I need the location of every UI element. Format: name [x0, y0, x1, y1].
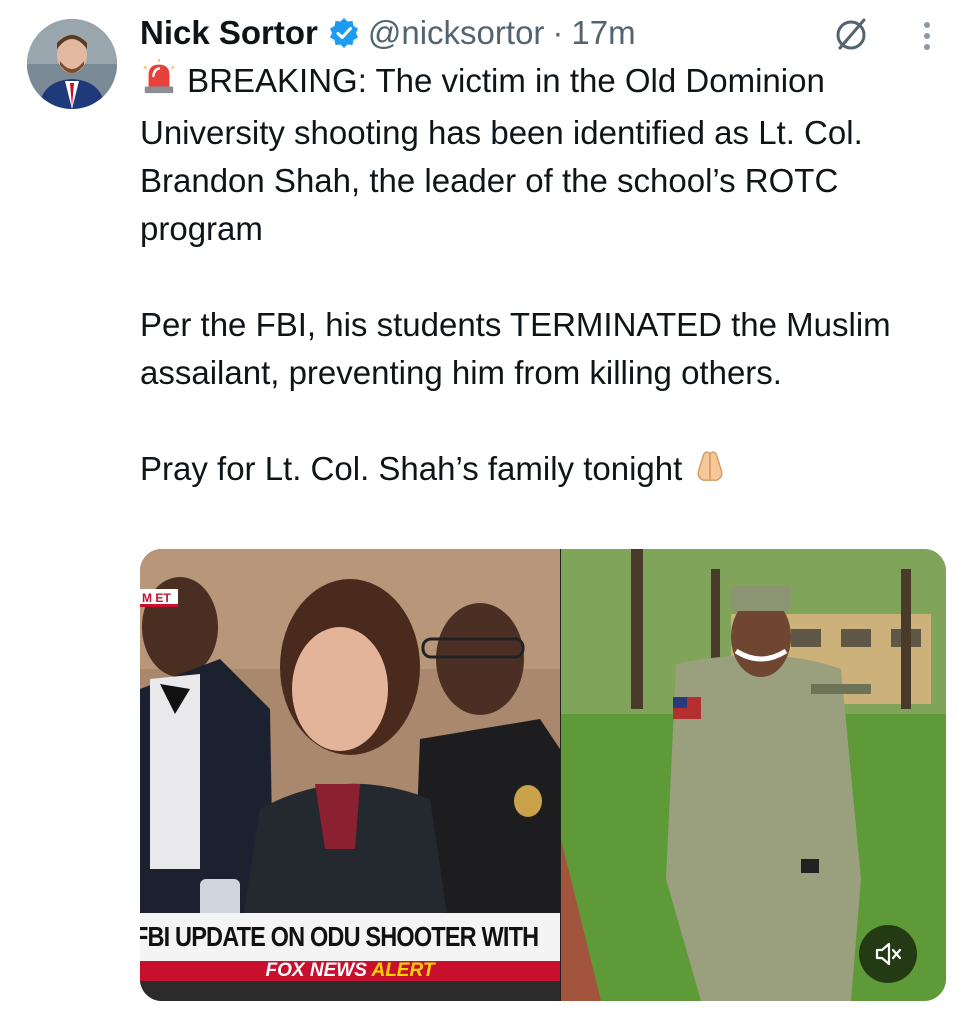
- tweet-timestamp[interactable]: 17m: [571, 14, 635, 52]
- avatar[interactable]: [27, 19, 117, 109]
- folded-hands-emoji: [691, 446, 729, 497]
- tweet-paragraph-1: BREAKING: The victim in the Old Dominion…: [140, 62, 863, 247]
- alert-word: ALERT: [371, 961, 435, 981]
- tweet-paragraph-2: Per the FBI, his students TERMINATED the…: [140, 306, 891, 391]
- alert-brand: FOX NEWS: [265, 961, 367, 981]
- grok-icon[interactable]: [832, 15, 870, 53]
- tweet-paragraph-3: Pray for Lt. Col. Shah’s family tonight: [140, 450, 683, 487]
- more-vertical-icon[interactable]: [911, 19, 943, 53]
- fox-news-alert-bar: FOX NEWS ALERT: [140, 961, 560, 981]
- alert-bottom-strip: [140, 981, 560, 1001]
- police-light-emoji: [140, 58, 178, 109]
- tweet-paragraph: BREAKING: The victim in the Old Dominion…: [140, 57, 930, 253]
- channel-time-bug: M ET: [140, 589, 178, 607]
- mute-toggle-button[interactable]: [859, 925, 917, 983]
- tweet-header: Nick Sortor @nicksortor · 17m: [140, 10, 636, 56]
- author-name[interactable]: Nick Sortor: [140, 14, 318, 52]
- tweet-media[interactable]: M ET FBI UPDATE ON ODU SHOOTER WITH FOX …: [140, 549, 946, 1001]
- speaker-muted-icon: [875, 942, 902, 966]
- chyron-text: FBI UPDATE ON ODU SHOOTER WITH: [140, 921, 539, 952]
- author-handle[interactable]: @nicksortor: [368, 14, 545, 52]
- verified-badge-icon[interactable]: [328, 17, 360, 49]
- avatar-image: [27, 19, 117, 109]
- tweet-paragraph: Pray for Lt. Col. Shah’s family tonight: [140, 445, 930, 497]
- separator-dot: ·: [552, 14, 564, 51]
- news-chyron: FBI UPDATE ON ODU SHOOTER WITH: [140, 913, 560, 961]
- press-conference-photo[interactable]: M ET FBI UPDATE ON ODU SHOOTER WITH FOX …: [140, 549, 560, 1001]
- tweet-text: BREAKING: The victim in the Old Dominion…: [140, 57, 930, 497]
